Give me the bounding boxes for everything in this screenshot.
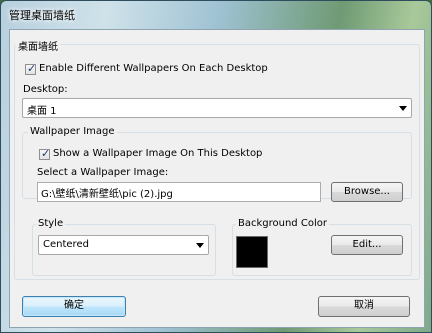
cancel-button[interactable]: 取消 — [318, 296, 410, 317]
desktop-select-value: 桌面 1 — [27, 106, 57, 117]
show-wallpaper-checkbox[interactable]: ✓ — [39, 147, 51, 160]
window-title: 管理桌面墙纸 — [9, 9, 75, 22]
wallpaper-image-legend: Wallpaper Image — [28, 126, 117, 137]
title-bar[interactable]: 管理桌面墙纸 — [1, 1, 432, 29]
enable-different-wallpapers-checkbox[interactable]: ✓ — [25, 62, 37, 75]
desktop-label: Desktop: — [23, 84, 68, 95]
chevron-down-icon[interactable] — [399, 106, 407, 111]
background-color-swatch[interactable] — [236, 236, 268, 268]
checkmark-icon: ✓ — [41, 147, 51, 160]
desktop-select[interactable]: 桌面 1 — [22, 98, 412, 118]
style-legend: Style — [36, 218, 66, 229]
show-wallpaper-label[interactable]: Show a Wallpaper Image On This Desktop — [53, 148, 262, 159]
chevron-down-icon[interactable] — [196, 243, 204, 248]
wallpaper-settings-legend: 桌面墙纸 — [16, 38, 60, 53]
ok-button[interactable]: 确定 — [22, 296, 126, 317]
wallpaper-path-input[interactable] — [38, 183, 320, 201]
select-wallpaper-label: Select a Wallpaper Image: — [37, 167, 169, 178]
style-select-value: Centered — [43, 239, 89, 250]
checkmark-icon: ✓ — [27, 62, 37, 75]
wallpaper-path-field[interactable] — [37, 182, 321, 202]
background-color-legend: Background Color — [236, 218, 329, 229]
dialog-client-area: 桌面墙纸 ✓ Enable Different Wallpapers On Ea… — [9, 29, 425, 328]
style-select[interactable]: Centered — [38, 235, 209, 255]
enable-different-wallpapers-label[interactable]: Enable Different Wallpapers On Each Desk… — [39, 63, 268, 74]
dialog-window: 管理桌面墙纸 桌面墙纸 ✓ Enable Different Wallpaper… — [0, 0, 432, 333]
browse-button[interactable]: Browse... — [331, 182, 403, 202]
edit-color-button[interactable]: Edit... — [331, 235, 403, 255]
